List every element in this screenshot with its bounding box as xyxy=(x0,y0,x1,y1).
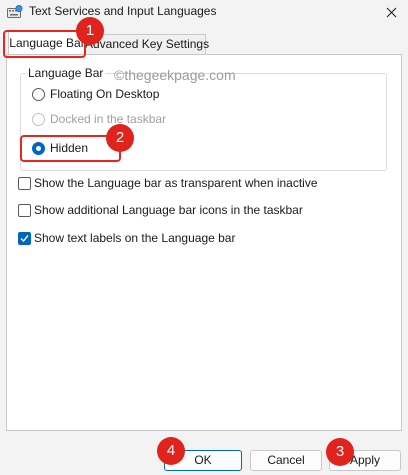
radio-button[interactable] xyxy=(32,88,45,101)
step-badge-3: 3 xyxy=(326,438,354,466)
radio-button xyxy=(32,113,45,126)
title-bar: Text Services and Input Languages xyxy=(0,0,408,26)
cancel-button[interactable]: Cancel xyxy=(250,450,322,471)
step-badge-4: 4 xyxy=(157,437,185,465)
close-button[interactable] xyxy=(376,0,408,26)
keyboard-globe-icon xyxy=(7,4,23,19)
close-icon xyxy=(386,7,397,18)
checkmark-icon xyxy=(20,235,29,243)
highlight-language-bar-tab xyxy=(3,30,86,58)
checkbox[interactable] xyxy=(18,177,31,190)
watermark: ©thegeekpage.com xyxy=(114,67,236,83)
checkbox[interactable] xyxy=(18,204,31,217)
checkbox-label: Show the Language bar as transparent whe… xyxy=(34,176,318,190)
groupbox-legend: Language Bar xyxy=(26,66,106,80)
step-badge-1: 1 xyxy=(76,17,104,45)
radio-label: Docked in the taskbar xyxy=(50,112,167,126)
step-badge-2: 2 xyxy=(106,124,134,152)
checkbox[interactable] xyxy=(18,232,31,245)
window-title: Text Services and Input Languages xyxy=(29,4,217,18)
radio-label: Floating On Desktop xyxy=(50,87,160,101)
checkbox-label: Show additional Language bar icons in th… xyxy=(34,203,303,217)
checkbox-label: Show text labels on the Language bar xyxy=(34,231,236,245)
